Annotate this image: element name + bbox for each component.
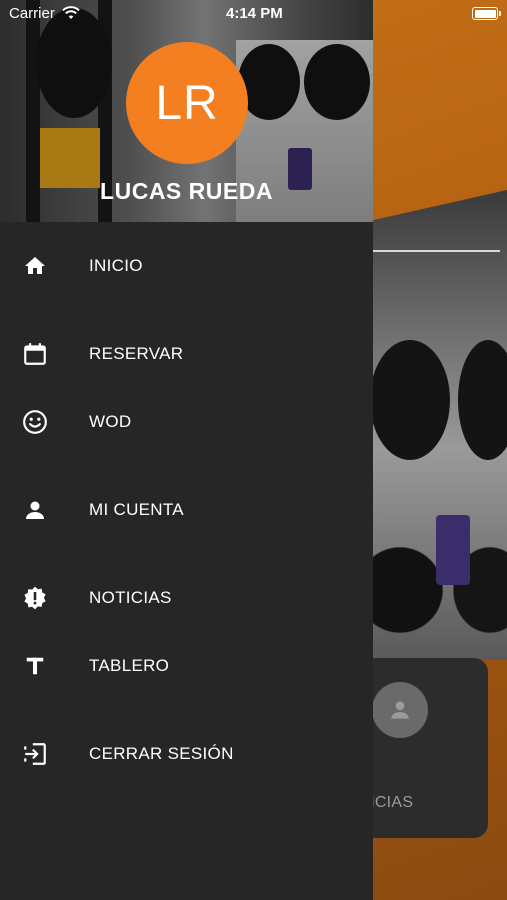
- background-card-avatar: [372, 682, 428, 738]
- background-photo-detail: [436, 515, 470, 585]
- profile-avatar[interactable]: LR: [126, 42, 248, 164]
- menu-item-wod[interactable]: WOD: [0, 394, 373, 450]
- menu-item-tablero[interactable]: TABLERO: [0, 638, 373, 694]
- profile-name: LUCAS RUEDA: [100, 178, 273, 204]
- menu-item-label: TABLERO: [89, 656, 170, 675]
- menu-item-label: WOD: [89, 412, 132, 431]
- menu-item-label: INICIO: [89, 256, 143, 275]
- wifi-icon: [62, 6, 80, 19]
- menu-item-label: MI CUENTA: [89, 500, 184, 519]
- background-photo-detail: [360, 250, 500, 252]
- menu-item-noticias[interactable]: NOTICIAS: [0, 570, 373, 626]
- calendar-icon: [22, 341, 48, 367]
- profile-initials: LR: [155, 76, 219, 130]
- person-icon: [22, 497, 48, 523]
- clock: 4:14 PM: [226, 5, 283, 22]
- carrier-label: Carrier: [9, 5, 55, 22]
- logout-icon: [22, 741, 48, 767]
- menu-item-inicio[interactable]: INICIO: [0, 238, 373, 294]
- menu-item-cerrar-sesion[interactable]: CERRAR SESIÓN: [0, 726, 373, 782]
- battery-icon: [472, 7, 501, 20]
- menu-item-label: RESERVAR: [89, 344, 184, 363]
- menu-item-label: NOTICIAS: [89, 588, 172, 607]
- navigation-drawer: LR LUCAS RUEDA INICIO RESERVAR WOD MI CU…: [0, 0, 373, 900]
- text-t-icon: [22, 653, 48, 679]
- background-weight-plate: [458, 340, 507, 460]
- smiley-icon: [22, 409, 48, 435]
- menu-item-reservar[interactable]: RESERVAR: [0, 326, 373, 382]
- alert-badge-icon: [22, 585, 48, 611]
- status-bar: Carrier 4:14 PM: [0, 0, 507, 28]
- background-weight-plate: [370, 340, 450, 460]
- person-icon: [391, 701, 409, 719]
- menu-item-label: CERRAR SESIÓN: [89, 744, 234, 763]
- home-icon: [22, 253, 48, 279]
- menu-item-mi-cuenta[interactable]: MI CUENTA: [0, 482, 373, 538]
